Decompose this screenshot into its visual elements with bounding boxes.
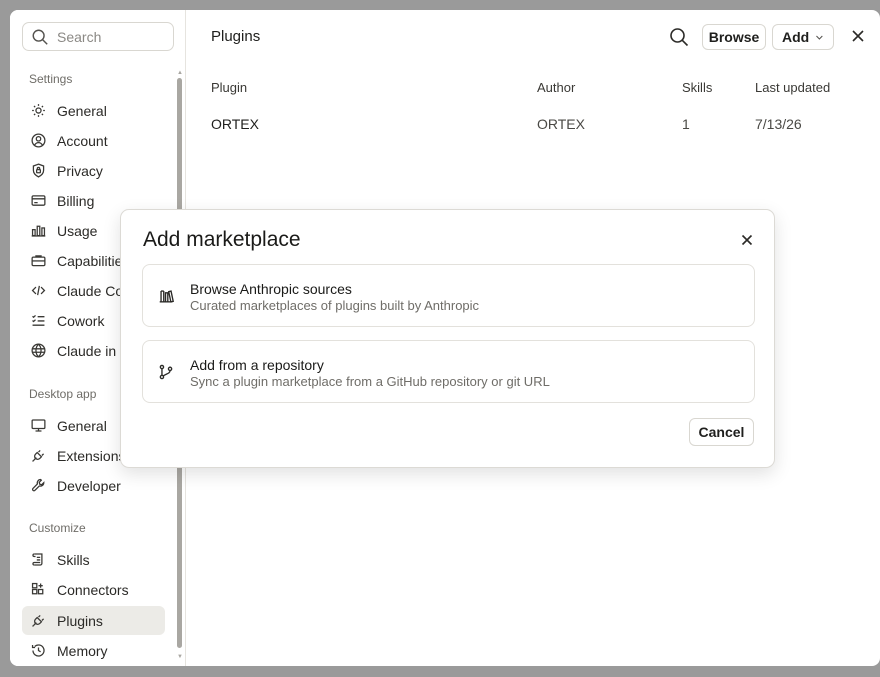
add-marketplace-dialog: Add marketplace Browse Anthropic sources… [120,209,775,468]
scroll-up-arrow-icon[interactable]: ▲ [177,70,183,76]
section-label-settings: Settings [29,72,73,86]
cancel-button[interactable]: Cancel [689,418,754,446]
column-header-plugin: Plugin [211,80,248,95]
globe-icon [31,343,46,358]
sidebar-item-label: Developer [57,477,121,494]
page-title: Plugins [211,28,261,45]
sidebar-item-label: Skills [57,551,90,568]
column-header-last-updated: Last updated [755,80,831,95]
user-circle-icon [31,133,46,148]
credit-card-icon [31,195,46,206]
sidebar-item-connectors[interactable]: Connectors [22,575,165,604]
browse-button[interactable]: Browse [702,24,766,50]
sidebar-item-label: Connectors [57,581,129,598]
search-icon[interactable] [668,26,690,48]
add-from-repository-option[interactable]: Add from a repository Sync a plugin mark… [142,340,755,403]
section-label-desktop-app: Desktop app [29,387,97,401]
close-icon[interactable] [850,28,866,44]
close-icon[interactable] [739,232,755,248]
sidebar-item-label: Capabilities [57,252,130,269]
wrench-icon [31,478,45,492]
history-icon [31,644,45,657]
sidebar-item-label: Plugins [57,612,103,629]
sidebar-item-label: Privacy [57,162,103,179]
search-input[interactable]: Search [22,22,174,51]
checklist-icon [32,314,45,326]
sidebar-item-label: General [57,102,107,119]
monitor-icon [31,419,46,432]
briefcase-icon [31,255,46,267]
sidebar-item-account[interactable]: Account [22,126,165,155]
add-button[interactable]: Add [772,24,834,50]
grid-plus-icon [31,582,44,595]
git-branch-icon [159,364,173,380]
sidebar-item-privacy[interactable]: Privacy [22,156,165,185]
option-title: Add from a repository [190,357,324,373]
search-placeholder: Search [57,28,102,45]
sidebar-item-label: Extensions [57,447,126,464]
sidebar-item-plugins[interactable]: Plugins [22,606,165,635]
dialog-title: Add marketplace [143,228,301,251]
library-icon [159,290,175,303]
sidebar-item-memory[interactable]: Memory [22,636,165,665]
bar-chart-icon [31,225,46,237]
sidebar-item-label: Usage [57,222,98,239]
sidebar-item-developer[interactable]: Developer [22,471,165,500]
shield-icon [32,163,45,178]
sidebar-item-label: Billing [57,192,95,209]
option-title: Browse Anthropic sources [190,281,352,297]
add-button-label: Add [782,29,810,45]
scroll-down-arrow-icon[interactable]: ▼ [177,654,183,660]
table-cell-last-updated: 7/13/26 [755,116,802,132]
sidebar-item-label: Memory [57,642,108,659]
sidebar-item-label: Account [57,132,108,149]
scroll-icon [32,553,43,566]
sidebar-item-label: General [57,417,107,434]
table-cell-plugin[interactable]: ORTEX [211,116,259,132]
code-icon [31,285,46,296]
sidebar-item-label: Cowork [57,312,105,329]
option-description: Curated marketplaces of plugins built by… [190,298,480,313]
column-header-skills: Skills [682,80,713,95]
column-header-author: Author [537,80,576,95]
option-description: Sync a plugin marketplace from a GitHub … [190,374,550,389]
sidebar-item-general[interactable]: General [22,96,165,125]
section-label-customize: Customize [29,521,86,535]
plug-icon [32,449,45,462]
search-icon [32,29,48,45]
plug-icon [32,614,45,627]
gear-icon [32,104,45,117]
sidebar-item-skills[interactable]: Skills [22,545,165,574]
table-cell-skills: 1 [682,116,690,132]
chevron-down-icon [816,35,823,40]
browse-anthropic-sources-option[interactable]: Browse Anthropic sources Curated marketp… [142,264,755,327]
table-cell-author: ORTEX [537,116,585,132]
